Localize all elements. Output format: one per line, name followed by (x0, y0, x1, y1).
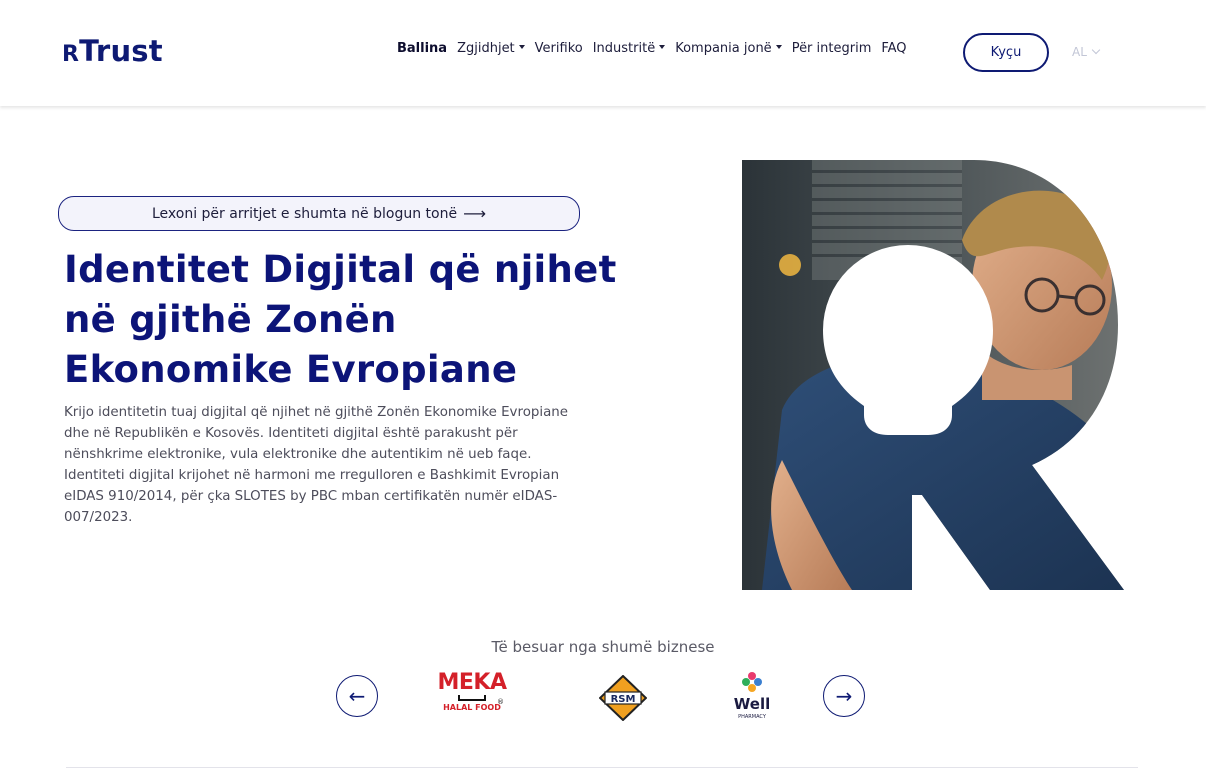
hero-title-line: në gjithë Zonën (64, 298, 397, 341)
chevron-down-icon (1091, 45, 1101, 55)
nav-item-integrim[interactable]: Për integrim (792, 41, 872, 56)
login-button[interactable]: Kyçu (963, 33, 1049, 72)
rsm-logo-text: RSM (611, 694, 636, 705)
meka-logo-word: MEKA (437, 670, 508, 695)
section-divider (66, 767, 1138, 768)
nav-label: Për integrim (791, 41, 872, 56)
nav-label: Ballina (397, 41, 448, 56)
meka-logo: MEKA ® HALAL FOOD (436, 672, 508, 722)
nav-label: Zgjidhjet (457, 41, 515, 56)
nav-label: Industritë (592, 41, 656, 56)
carousel-next-button[interactable]: → (823, 675, 865, 717)
nav-item-faq[interactable]: FAQ (881, 41, 906, 56)
language-selector[interactable]: AL (1072, 45, 1101, 59)
rtrust-logo[interactable]: RTrust (62, 34, 163, 68)
well-pharmacy-logo: Well PHARMACY (734, 672, 770, 720)
well-logo-subtitle: PHARMACY (738, 714, 767, 720)
caret-down-icon (659, 44, 666, 49)
site-header: RTrust Ballina Zgjidhjet Verifiko Indust… (0, 0, 1206, 106)
hero-r-photo (742, 160, 1124, 590)
hero-description: Krijo identitetin tuaj digjital që njihe… (64, 405, 569, 525)
nav-label: FAQ (881, 41, 907, 56)
nav-label: Kompania jonë (675, 41, 772, 56)
arrow-right-icon: ⟶ (463, 204, 487, 223)
main-nav: Ballina Zgjidhjet Verifiko Industritë Ko… (397, 41, 917, 56)
well-logo-word: Well (734, 695, 770, 713)
nav-item-industrite[interactable]: Industritë (593, 41, 666, 56)
language-label: AL (1072, 45, 1087, 59)
rsm-logo: RSM (599, 675, 647, 721)
arrow-left-icon: ← (348, 684, 366, 708)
carousel-prev-button[interactable]: ← (336, 675, 378, 717)
hero-title: Identitet Digjital që njihet në gjithë Z… (64, 245, 624, 395)
meka-registered-mark: ® (497, 698, 504, 706)
caret-down-icon (775, 44, 782, 49)
nav-item-ballina[interactable]: Ballina (397, 41, 447, 56)
meka-logo-bar (458, 695, 486, 701)
nav-item-verifiko[interactable]: Verifiko (535, 41, 583, 56)
blog-link-pill[interactable]: Lexoni për arritjet e shumta në blogun t… (58, 196, 580, 231)
logo-prefix: R (62, 42, 80, 67)
nav-item-zgjidhjet[interactable]: Zgjidhjet (457, 41, 525, 56)
logo-text: Trust (79, 34, 163, 68)
trusted-heading: Të besuar nga shumë biznese (491, 638, 715, 656)
caret-down-icon (518, 44, 525, 49)
hero-title-line: Identitet Digjital që njihet (64, 248, 617, 291)
hero-title-line: Ekonomike Evropiane (64, 348, 518, 391)
nav-item-kompania[interactable]: Kompania jonë (675, 41, 782, 56)
blog-link-label: Lexoni për arritjet e shumta në blogun t… (151, 205, 458, 222)
nav-label: Verifiko (534, 41, 583, 56)
arrow-right-icon: → (835, 684, 853, 708)
